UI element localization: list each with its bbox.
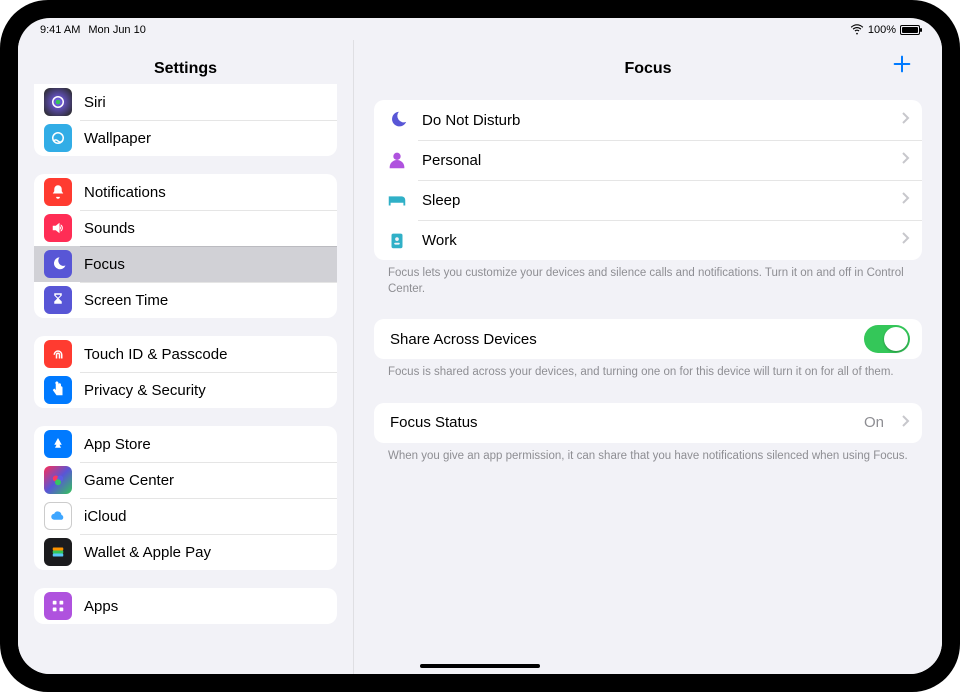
share-label: Share Across Devices (390, 331, 850, 348)
sidebar-item-touchid[interactable]: Touch ID & Passcode (34, 336, 337, 372)
sidebar-item-icloud[interactable]: iCloud (34, 498, 337, 534)
sidebar-item-wallpaper[interactable]: Wallpaper (34, 120, 337, 156)
focus-status-value: On (864, 414, 884, 431)
sidebar-item-label: Sounds (84, 220, 325, 237)
share-footer: Focus is shared across your devices, and… (374, 359, 922, 381)
device-frame: 9:41 AM Mon Jun 10 100% Settings (0, 0, 960, 692)
settings-sidebar: Settings Siri (18, 40, 354, 674)
sidebar-item-privacy[interactable]: Privacy & Security (34, 372, 337, 408)
share-group: Share Across Devices (374, 319, 922, 359)
sidebar-item-label: Game Center (84, 472, 325, 489)
bed-icon (386, 189, 408, 211)
sidebar-item-label: Touch ID & Passcode (84, 346, 325, 363)
sidebar-item-label: iCloud (84, 508, 325, 525)
bell-icon (44, 178, 72, 206)
siri-icon (44, 88, 72, 116)
detail-header: Focus (374, 40, 922, 84)
sidebar-item-label: Siri (84, 94, 325, 111)
focus-status-group: Focus Status On (374, 403, 922, 443)
home-indicator (420, 664, 540, 668)
speaker-icon (44, 214, 72, 242)
sidebar-item-label: Wallpaper (84, 130, 325, 147)
wallpaper-icon (44, 124, 72, 152)
wallet-icon (44, 538, 72, 566)
sidebar-item-appstore[interactable]: App Store (34, 426, 337, 462)
cloud-icon (44, 502, 72, 530)
sidebar-title: Settings (154, 60, 217, 78)
person-icon (386, 149, 408, 171)
screen: 9:41 AM Mon Jun 10 100% Settings (18, 18, 942, 674)
chevron-right-icon (902, 231, 910, 249)
battery-pct: 100% (868, 24, 896, 36)
sidebar-group-security: Touch ID & Passcode Privacy & Security (34, 336, 337, 408)
sidebar-group-store: App Store Game Center iClo (34, 426, 337, 570)
focus-modes-footer: Focus lets you customize your devices an… (374, 260, 922, 297)
sidebar-item-label: Screen Time (84, 292, 325, 309)
gamecenter-icon (44, 466, 72, 494)
moon-icon (44, 250, 72, 278)
status-date: Mon Jun 10 (88, 24, 145, 36)
moon-icon (386, 109, 408, 131)
chevron-right-icon (902, 414, 910, 432)
detail-pane: Focus Do Not Disturb (354, 40, 942, 674)
sidebar-item-label: Apps (84, 598, 325, 615)
plus-icon (891, 53, 913, 75)
sidebar-header: Settings (18, 40, 353, 84)
focus-row-dnd[interactable]: Do Not Disturb (374, 100, 922, 140)
focus-row-label: Work (422, 232, 888, 249)
share-toggle[interactable] (864, 325, 910, 353)
status-time: 9:41 AM (40, 24, 80, 36)
focus-row-label: Sleep (422, 192, 888, 209)
chevron-right-icon (902, 191, 910, 209)
focus-status-row[interactable]: Focus Status On (374, 403, 922, 443)
sidebar-item-apps[interactable]: Apps (34, 588, 337, 624)
focus-modes-group: Do Not Disturb Personal (374, 100, 922, 260)
focus-row-work[interactable]: Work (374, 220, 922, 260)
sidebar-item-notifications[interactable]: Notifications (34, 174, 337, 210)
sidebar-group-top: Siri Wallpaper (34, 84, 337, 156)
fingerprint-icon (44, 340, 72, 368)
sidebar-item-gamecenter[interactable]: Game Center (34, 462, 337, 498)
focus-row-label: Do Not Disturb (422, 112, 888, 129)
focus-row-personal[interactable]: Personal (374, 140, 922, 180)
status-bar: 9:41 AM Mon Jun 10 100% (18, 18, 942, 40)
focus-row-sleep[interactable]: Sleep (374, 180, 922, 220)
sidebar-item-wallet[interactable]: Wallet & Apple Pay (34, 534, 337, 570)
hand-icon (44, 376, 72, 404)
chevron-right-icon (902, 111, 910, 129)
hourglass-icon (44, 286, 72, 314)
apps-grid-icon (44, 592, 72, 620)
focus-status-label: Focus Status (390, 414, 850, 431)
focus-status-footer: When you give an app permission, it can … (374, 443, 922, 465)
sidebar-item-screen-time[interactable]: Screen Time (34, 282, 337, 318)
focus-row-label: Personal (422, 152, 888, 169)
sidebar-group-apps: Apps (34, 588, 337, 624)
add-focus-button[interactable] (886, 48, 918, 80)
sidebar-group-alerts: Notifications Sounds Focus (34, 174, 337, 318)
detail-title: Focus (624, 60, 671, 78)
appstore-icon (44, 430, 72, 458)
sidebar-item-focus[interactable]: Focus (34, 246, 337, 282)
sidebar-item-label: App Store (84, 436, 325, 453)
sidebar-item-label: Notifications (84, 184, 325, 201)
sidebar-item-sounds[interactable]: Sounds (34, 210, 337, 246)
sidebar-item-siri[interactable]: Siri (34, 84, 337, 120)
wifi-icon (850, 22, 864, 39)
badge-icon (386, 229, 408, 251)
battery-icon (900, 25, 920, 35)
share-across-devices-row[interactable]: Share Across Devices (374, 319, 922, 359)
chevron-right-icon (902, 151, 910, 169)
sidebar-item-label: Privacy & Security (84, 382, 325, 399)
sidebar-item-label: Focus (84, 256, 325, 273)
sidebar-item-label: Wallet & Apple Pay (84, 544, 325, 561)
